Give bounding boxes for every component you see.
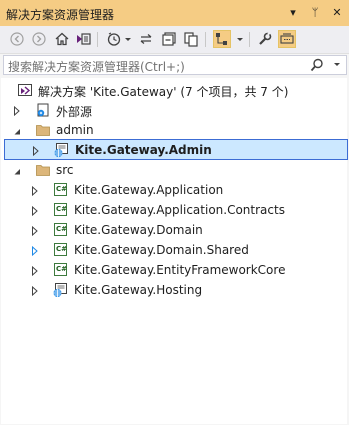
project-label: Kite.Gateway.Application.Contracts — [74, 203, 285, 217]
folder-icon — [35, 162, 51, 178]
src-folder-label: src — [56, 163, 74, 177]
collapse-arrow-icon[interactable] — [13, 165, 21, 175]
expand-arrow-icon[interactable] — [31, 265, 39, 277]
chevron-down-icon[interactable] — [237, 38, 243, 41]
search-input[interactable]: 搜索解决方案资源管理器(Ctrl+;) — [8, 58, 185, 75]
toolbar-separator — [97, 32, 98, 47]
switch-views-icon[interactable] — [74, 30, 92, 48]
pending-changes-filter-icon[interactable] — [105, 30, 123, 48]
collapse-all-icon[interactable] — [160, 30, 178, 48]
external-sources-icon — [35, 102, 51, 118]
expand-arrow-icon[interactable] — [31, 285, 39, 297]
back-icon[interactable] — [8, 30, 26, 48]
home-icon[interactable] — [53, 30, 71, 48]
toolbar-separator — [205, 32, 206, 47]
toolbar — [0, 26, 349, 54]
pin-icon[interactable]: ᛘ — [307, 4, 323, 20]
expand-arrow-icon[interactable] — [31, 245, 39, 257]
csharp-project-icon: C# — [54, 243, 67, 256]
project-label: Kite.Gateway.Hosting — [74, 283, 203, 297]
tree-row-admin-project[interactable]: Kite.Gateway.Admin — [4, 139, 348, 160]
expand-arrow-icon[interactable] — [32, 145, 40, 157]
forward-icon[interactable] — [30, 30, 48, 48]
tree-row-project[interactable]: C# Kite.Gateway.EntityFrameworkCore — [1, 260, 347, 280]
search-options-chevron-icon[interactable] — [334, 63, 340, 66]
window-title: 解决方案资源管理器 — [6, 8, 115, 22]
title-bar: 解决方案资源管理器 ▾ ᛘ ✕ — [0, 0, 349, 26]
web-project-icon — [52, 282, 68, 298]
tree-row-project[interactable]: C# Kite.Gateway.Domain.Shared — [1, 240, 347, 260]
tree-row-project[interactable]: C# Kite.Gateway.Domain — [1, 220, 347, 240]
tree-row-admin-folder[interactable]: admin — [1, 120, 347, 140]
csharp-project-icon: C# — [54, 183, 67, 196]
project-label: Kite.Gateway.EntityFrameworkCore — [74, 263, 286, 277]
preview-selected-items-icon[interactable] — [278, 30, 296, 48]
expand-arrow-icon[interactable] — [31, 185, 39, 197]
close-icon[interactable]: ✕ — [329, 4, 345, 20]
folder-icon — [35, 122, 51, 138]
project-label: Kite.Gateway.Domain — [74, 223, 203, 237]
project-label: Kite.Gateway.Application — [74, 183, 224, 197]
solution-label: 解决方案 'Kite.Gateway' (7 个项目，共 7 个) — [38, 85, 289, 99]
csharp-project-icon: C# — [54, 263, 67, 276]
csharp-project-icon: C# — [54, 203, 67, 216]
csharp-project-icon: C# — [54, 223, 67, 236]
collapse-arrow-icon[interactable] — [13, 125, 21, 135]
tree-row-project[interactable]: C# Kite.Gateway.Application — [1, 180, 347, 200]
chevron-down-icon[interactable] — [125, 38, 131, 41]
web-project-icon — [53, 142, 69, 158]
sync-with-active-document-icon[interactable] — [137, 30, 155, 48]
window-position-dropdown-icon[interactable]: ▾ — [285, 4, 301, 20]
expand-arrow-icon[interactable] — [13, 105, 21, 117]
properties-wrench-icon[interactable] — [256, 30, 274, 48]
title-buttons: ▾ ᛘ ✕ — [285, 4, 345, 20]
admin-project-label: Kite.Gateway.Admin — [75, 143, 212, 157]
expand-arrow-icon[interactable] — [31, 225, 39, 237]
search-icon[interactable] — [310, 58, 324, 72]
toolbar-separator — [249, 32, 250, 47]
search-box[interactable]: 搜索解决方案资源管理器(Ctrl+;) — [3, 55, 347, 75]
tree-row-external-sources[interactable]: 外部源 — [1, 100, 347, 120]
tree-view-toggle-icon[interactable] — [213, 30, 231, 48]
tree-row-src-folder[interactable]: src — [1, 160, 347, 180]
expand-arrow-icon[interactable] — [31, 205, 39, 217]
tree-row-solution[interactable]: 解决方案 'Kite.Gateway' (7 个项目，共 7 个) — [1, 80, 347, 100]
tree-row-project[interactable]: Kite.Gateway.Hosting — [1, 280, 347, 300]
solution-icon — [17, 82, 33, 98]
admin-folder-label: admin — [56, 123, 94, 137]
show-all-files-icon[interactable] — [182, 30, 200, 48]
project-label: Kite.Gateway.Domain.Shared — [74, 243, 249, 257]
external-sources-label: 外部源 — [56, 105, 93, 119]
solution-tree: 解决方案 'Kite.Gateway' (7 个项目，共 7 个) 外部源 ad… — [1, 78, 348, 424]
tree-row-project[interactable]: C# Kite.Gateway.Application.Contracts — [1, 200, 347, 220]
